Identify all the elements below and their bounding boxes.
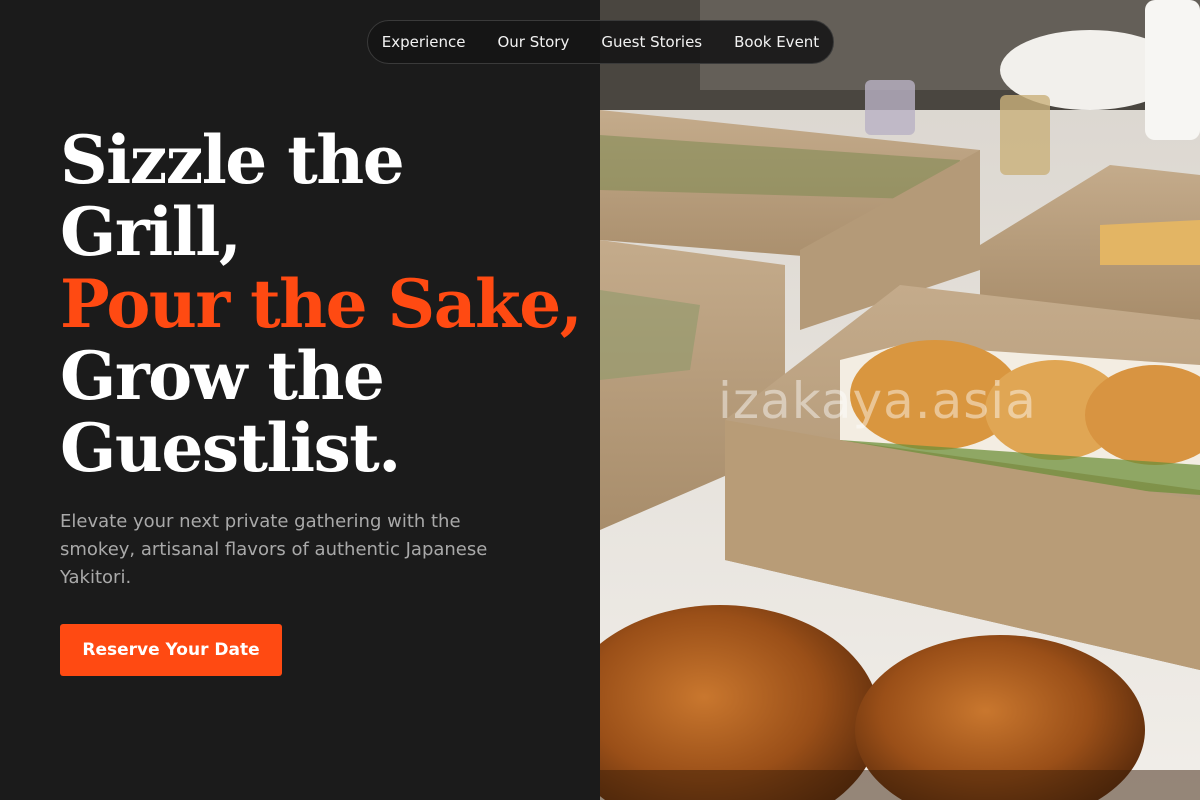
headline-line: Guestlist. bbox=[60, 409, 401, 487]
headline-line: Grill, bbox=[60, 193, 242, 271]
reserve-date-button[interactable]: Reserve Your Date bbox=[60, 624, 282, 676]
nav-link-our-story[interactable]: Our Story bbox=[497, 33, 569, 51]
headline-line: Grow the bbox=[60, 337, 385, 415]
nav-link-experience[interactable]: Experience bbox=[382, 33, 466, 51]
nav-link-guest-stories[interactable]: Guest Stories bbox=[601, 33, 702, 51]
nav-link-book-event[interactable]: Book Event bbox=[734, 33, 819, 51]
hero-headline: Sizzle the Grill, Pour the Sake, Grow th… bbox=[60, 121, 583, 487]
hero-description: Elevate your next private gathering with… bbox=[60, 511, 488, 588]
headline-accent-line: Pour the Sake, bbox=[60, 265, 583, 343]
top-navigation: Experience Our Story Guest Stories Book … bbox=[367, 20, 834, 64]
headline-line: Sizzle the bbox=[60, 121, 405, 199]
hero-photo bbox=[600, 0, 1200, 800]
catering-boxes-photo bbox=[600, 0, 1200, 800]
